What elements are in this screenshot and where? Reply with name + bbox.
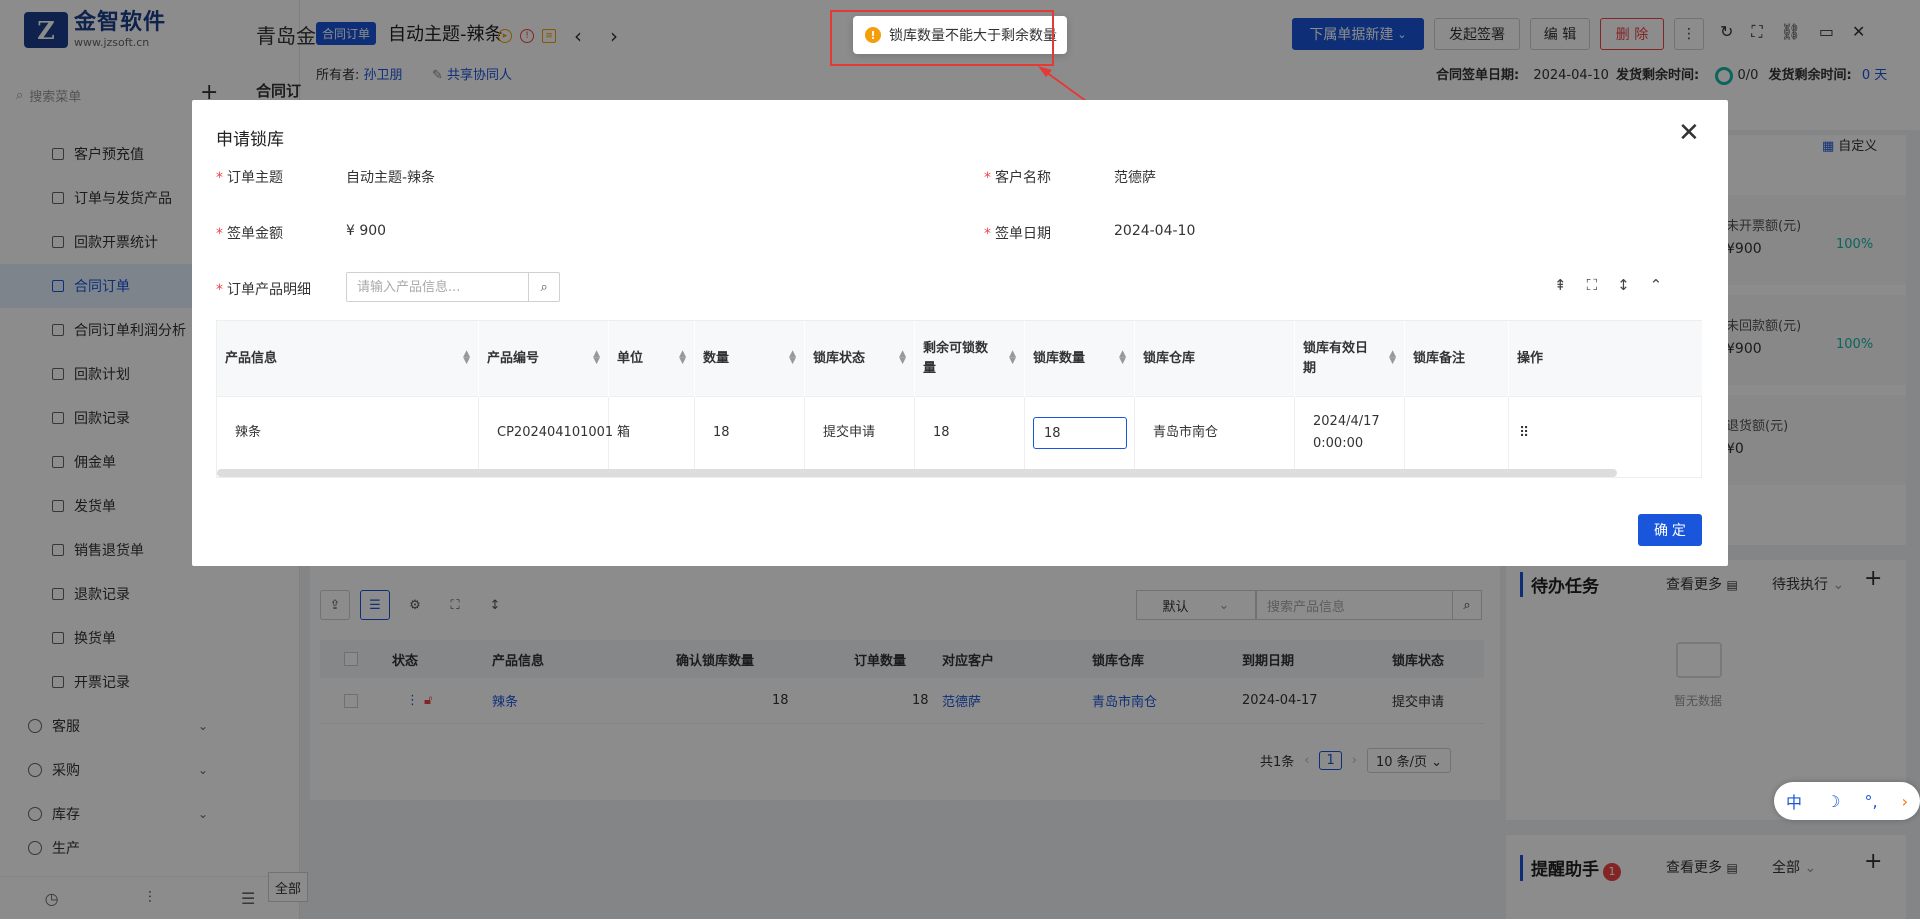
- sort-icon: ▲ ▼: [679, 349, 686, 366]
- annotation-highlight-box: [830, 10, 1054, 66]
- product-detail-label: * 订单产品明细: [216, 282, 311, 298]
- sort-icon: ▲ ▼: [463, 349, 470, 366]
- col-code[interactable]: 产品编号 ▲ ▼: [479, 321, 609, 397]
- amount-label: * 签单金额: [216, 226, 283, 242]
- column-settings-icon[interactable]: ⇞: [1554, 276, 1567, 294]
- chevron-right-icon[interactable]: ›: [1902, 792, 1908, 811]
- sort-icon: ▲ ▼: [593, 349, 600, 366]
- confirm-button[interactable]: 确 定: [1638, 514, 1702, 546]
- amount-value: ¥ 900: [346, 223, 387, 239]
- sign-date-label: * 签单日期: [984, 226, 1051, 242]
- fullscreen-icon[interactable]: ⛶: [1587, 276, 1598, 294]
- horizontal-scrollbar[interactable]: [217, 469, 1617, 477]
- sort-icon: ▲ ▼: [789, 349, 796, 366]
- lock-qty-input[interactable]: [1033, 417, 1127, 449]
- table-header: 产品信息 ▲ ▼ 产品编号 ▲ ▼ 单位 ▲ ▼ 数量 ▲ ▼ 锁库状态 ▲ ▼ 剩余可锁数量 ▲ ▼ …: [217, 321, 1703, 397]
- product-detail-table: 产品信息 ▲ ▼ 产品编号 ▲ ▼ 单位 ▲ ▼ 数量 ▲ ▼ 锁库状态 ▲ ▼ 剩余可锁数量 ▲ ▼ …: [216, 320, 1703, 478]
- product-search-input[interactable]: [347, 273, 529, 301]
- punctuation-icon[interactable]: °,: [1864, 792, 1877, 811]
- sort-icon: ▲ ▼: [899, 349, 906, 366]
- sort-icon: ▲ ▼: [1009, 349, 1016, 366]
- col-remark[interactable]: 锁库备注: [1405, 321, 1509, 397]
- col-qty[interactable]: 数量 ▲ ▼: [695, 321, 805, 397]
- col-product[interactable]: 产品信息 ▲ ▼: [217, 321, 479, 397]
- moon-icon[interactable]: ☽: [1826, 792, 1840, 811]
- col-lock-qty[interactable]: 锁库数量 ▲ ▼: [1025, 321, 1135, 397]
- sign-date-value: 2024-04-10: [1114, 223, 1196, 239]
- subject-value: 自动主题-辣条: [346, 170, 436, 186]
- row-drag-handle[interactable]: ⠿: [1509, 397, 1703, 469]
- close-icon[interactable]: ✕: [1678, 120, 1700, 146]
- col-unit[interactable]: 单位 ▲ ▼: [609, 321, 695, 397]
- dialog-title: 申请锁库: [216, 130, 284, 150]
- col-valid-date[interactable]: 锁库有效日期 ▲ ▼: [1295, 321, 1405, 397]
- col-status[interactable]: 锁库状态 ▲ ▼: [805, 321, 915, 397]
- col-warehouse[interactable]: 锁库仓库: [1135, 321, 1295, 397]
- col-remain[interactable]: 剩余可锁数量 ▲ ▼: [915, 321, 1025, 397]
- row-height-icon[interactable]: ↕: [1617, 276, 1630, 294]
- product-search: ⌕: [346, 272, 560, 302]
- col-action: 操作: [1509, 321, 1703, 397]
- subject-label: * 订单主题: [216, 170, 283, 186]
- lock-stock-dialog: 申请锁库 ✕ * 订单主题 自动主题-辣条 * 客户名称 范德萨 * 签单金额 ¥ 9…: [192, 100, 1728, 566]
- ime-toolbar[interactable]: 中 ☽ °, ›: [1774, 782, 1920, 820]
- customer-label: * 客户名称: [984, 170, 1051, 186]
- table-row: 辣条 CP202404101001 箱 18 提交申请 18 青岛市南仓 202…: [217, 397, 1703, 469]
- search-icon[interactable]: ⌕: [528, 273, 559, 301]
- sort-icon: ▲ ▼: [1389, 349, 1396, 366]
- chevron-up-icon[interactable]: ⌃: [1650, 276, 1663, 294]
- table-tools: ⇞ ⛶ ↕ ⌃: [1554, 276, 1662, 294]
- ime-mode[interactable]: 中: [1786, 789, 1802, 813]
- sort-icon: ▲ ▼: [1119, 349, 1126, 366]
- customer-value: 范德萨: [1114, 170, 1156, 186]
